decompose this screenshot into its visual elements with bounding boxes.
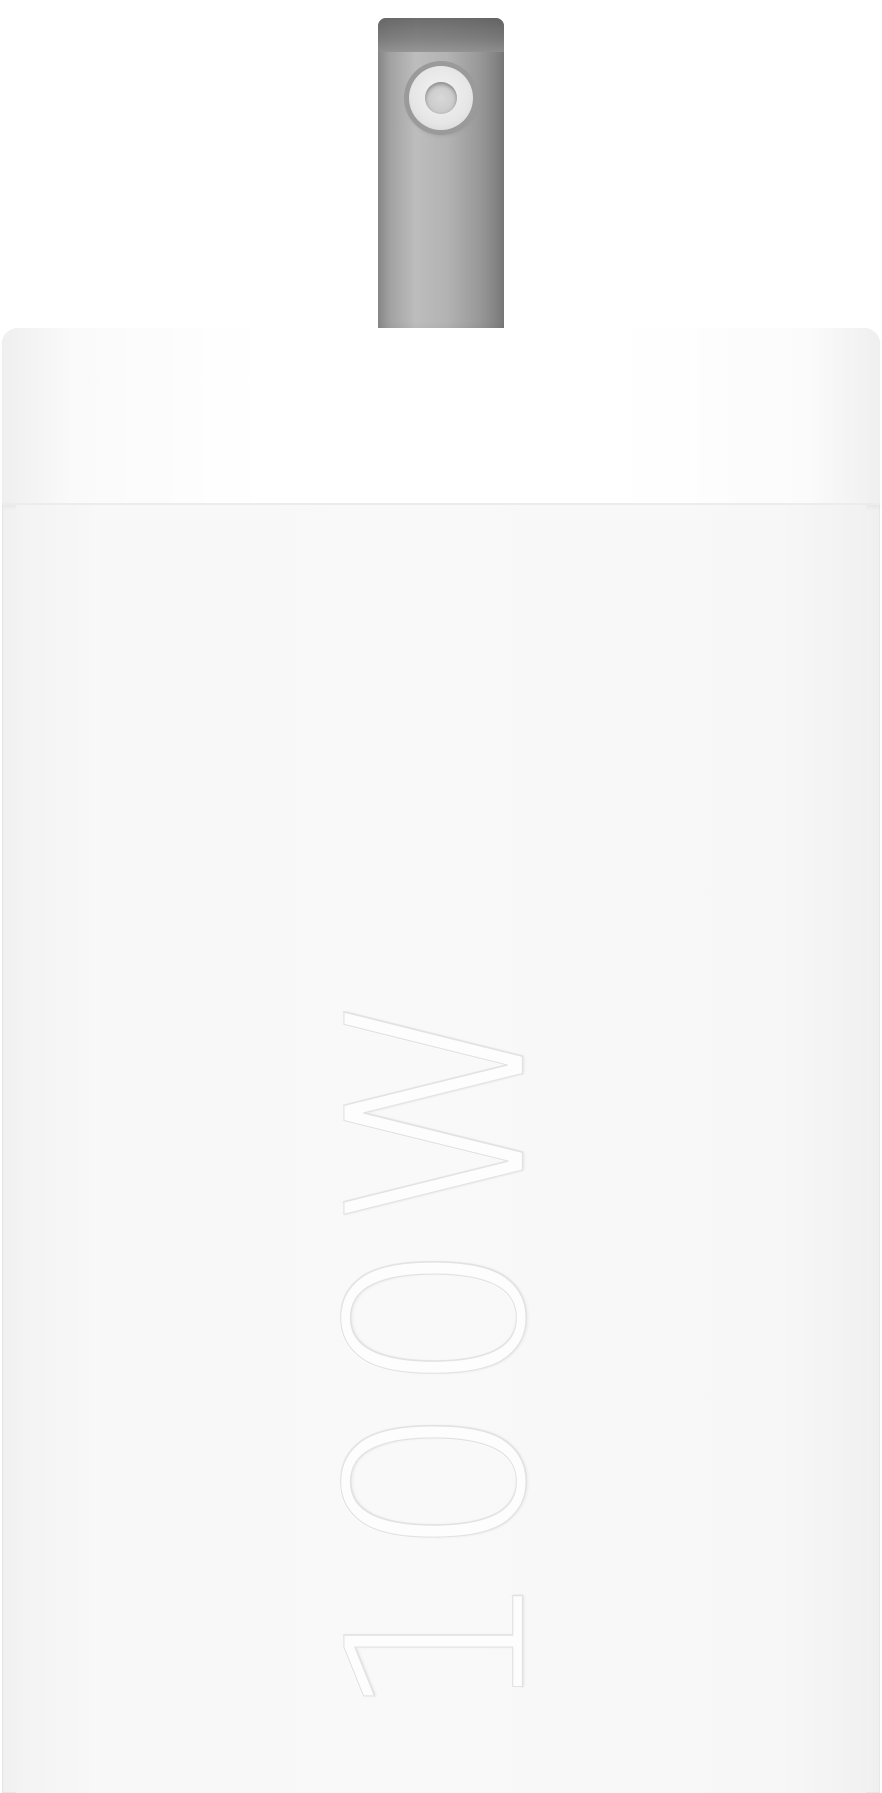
wattage-marking: 100W [295,980,581,1723]
plug-prong [378,18,504,336]
prong-bevel [378,18,504,52]
product-photo: 100W [0,0,882,1793]
prong-hole [409,66,473,130]
prong-hole-inner [425,82,457,114]
charger-top-cap [2,328,880,505]
